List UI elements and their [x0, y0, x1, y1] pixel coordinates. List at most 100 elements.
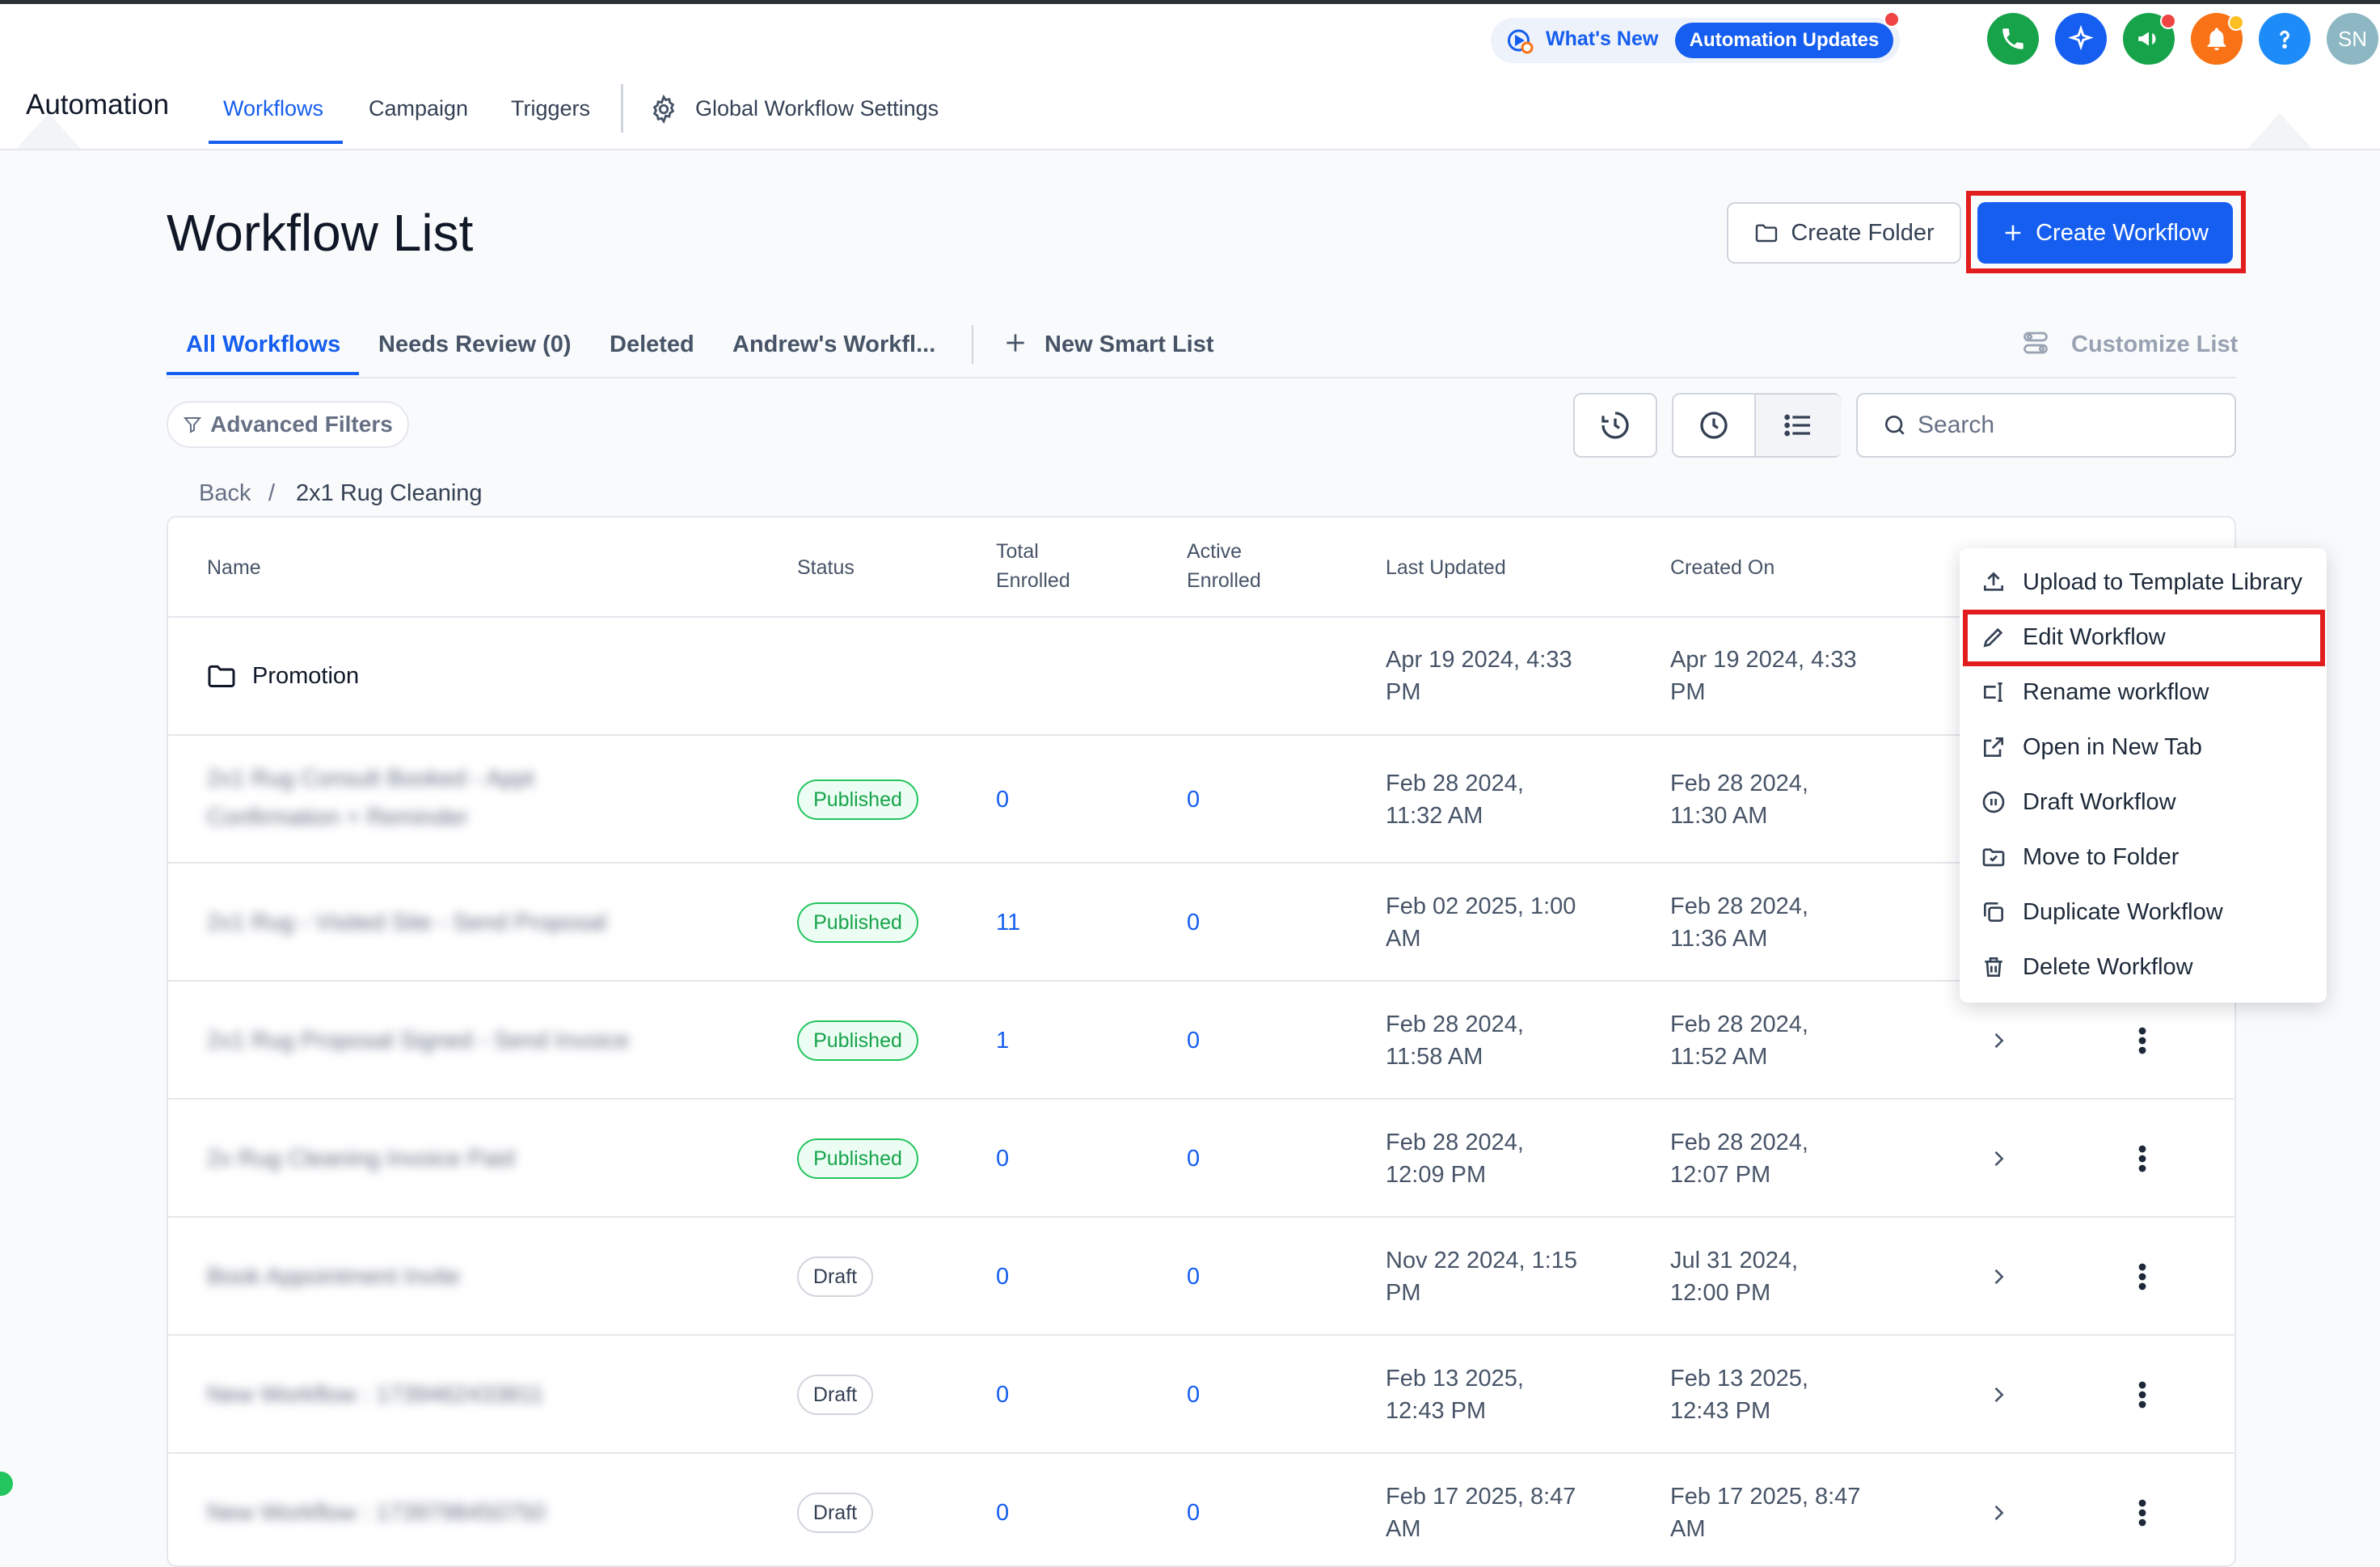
clock-icon[interactable] [1698, 409, 1730, 441]
tab-needs-review[interactable]: Needs Review (0) [378, 328, 572, 361]
column-header-total-enrolled[interactable]: Total [996, 537, 1039, 566]
active-enrolled-value[interactable]: 0 [1187, 1024, 1200, 1057]
total-enrolled-value[interactable]: 0 [996, 1379, 1009, 1411]
workflow-name[interactable]: Confirmation + Reminder [207, 799, 468, 836]
menu-item-draft-workflow[interactable]: Draft Workflow [1976, 778, 2310, 826]
column-header-name[interactable]: Name [207, 553, 261, 582]
more-options-icon[interactable] [2137, 1026, 2147, 1055]
total-enrolled-value[interactable]: 11 [996, 906, 1020, 939]
rename-icon [1984, 682, 2002, 702]
folder-created-on: PM [1670, 679, 1706, 705]
column-header-created-on[interactable]: Created On [1670, 553, 1774, 582]
total-enrolled-value[interactable]: 0 [996, 784, 1009, 816]
total-enrolled-value[interactable]: 1 [996, 1024, 1009, 1057]
list-icon[interactable] [1782, 409, 1814, 441]
workflow-name[interactable]: 2x1 Rug - Visited Site - Send Proposal [207, 904, 606, 941]
phone-button[interactable] [1987, 13, 2039, 65]
edit-workflow-highlight [1963, 610, 2325, 666]
chevron-right-icon[interactable] [1987, 1383, 2010, 1406]
menu-item-move-to-folder[interactable]: Move to Folder [1976, 833, 2310, 881]
chevron-right-icon[interactable] [1987, 1502, 2010, 1524]
tab-andrews-workflows[interactable]: Andrew's Workfl... [732, 328, 935, 361]
more-options-icon[interactable] [2137, 1380, 2147, 1409]
menu-item-duplicate-workflow[interactable]: Duplicate Workflow [1976, 888, 2310, 936]
column-header-active-enrolled[interactable]: Enrolled [1187, 566, 1261, 595]
sparkle-icon [2068, 25, 2094, 51]
table-row[interactable]: New Workflow : 1739798450750 Draft 0 0 Feb 1… [168, 1452, 2234, 1565]
advanced-filters-label: Advanced Filters [210, 412, 393, 437]
folder-name[interactable]: Promotion [252, 660, 359, 692]
search-input[interactable]: Search [1856, 393, 2236, 458]
tab-all-workflows[interactable]: All Workflows [186, 328, 340, 361]
active-enrolled-value[interactable]: 0 [1187, 1261, 1200, 1293]
plus-icon[interactable] [1002, 330, 1028, 356]
workflow-name[interactable]: New Workflow : 1739798450750 [207, 1494, 546, 1531]
total-enrolled-value[interactable]: 0 [996, 1497, 1009, 1529]
menu-item-label: Rename workflow [2023, 678, 2209, 705]
total-enrolled-value[interactable]: 0 [996, 1143, 1009, 1175]
menu-item-upload-to-template-library[interactable]: Upload to Template Library [1976, 558, 2310, 606]
workflow-name[interactable]: 2x1 Rug Proposal Signed - Send Invoice [207, 1022, 629, 1059]
advanced-filters-button[interactable]: Advanced Filters [167, 401, 409, 448]
nav-campaign[interactable]: Campaign [369, 92, 468, 125]
workflow-name[interactable]: 2x1 Rug Consult Booked - Appt [207, 760, 534, 797]
history-button[interactable] [1573, 393, 1657, 458]
menu-item-rename-workflow[interactable]: Rename workflow [1976, 668, 2310, 716]
customize-list-button[interactable]: Customize List [2071, 328, 2238, 361]
megaphone-icon [2138, 32, 2156, 46]
status-badge: Draft [797, 1257, 873, 1297]
more-options-icon[interactable] [2137, 1144, 2147, 1173]
status-badge: Published [797, 779, 918, 820]
folder-row[interactable]: Promotion Apr 19 2024, 4:33 PM Apr 19 20… [168, 616, 2234, 734]
last-updated-value: 11:32 AM [1386, 803, 1483, 829]
nav-global-workflow-settings[interactable]: Global Workflow Settings [695, 92, 939, 125]
avatar[interactable]: SN [2327, 13, 2378, 65]
ai-assist-button[interactable] [2055, 13, 2107, 65]
last-updated-value: 12:43 PM [1386, 1398, 1487, 1424]
breadcrumb-back[interactable]: Back [199, 477, 251, 509]
column-header-total-enrolled[interactable]: Enrolled [996, 566, 1070, 595]
status-indicator [0, 1472, 13, 1496]
workflow-name[interactable]: 2x Rug Cleaning Invoice Paid [207, 1140, 514, 1177]
menu-item-open-in-new-tab[interactable]: Open in New Tab [1976, 723, 2310, 771]
active-nav-indicator [209, 141, 343, 144]
gear-icon[interactable] [648, 94, 679, 125]
table-row[interactable]: 2x Rug Cleaning Invoice Paid Published 0 0 F… [168, 1098, 2234, 1216]
workflow-name[interactable]: Book Appointment Invite [207, 1258, 460, 1295]
chevron-right-icon[interactable] [1987, 1147, 2010, 1170]
active-enrolled-value[interactable]: 0 [1187, 906, 1200, 939]
table-row[interactable]: 2x1 Rug Consult Booked - Appt Confirmatio… [168, 734, 2234, 862]
folder-last-updated: Apr 19 2024, 4:33 [1386, 647, 1572, 673]
active-enrolled-value[interactable]: 0 [1187, 1497, 1200, 1529]
active-enrolled-value[interactable]: 0 [1187, 1379, 1200, 1411]
more-options-icon[interactable] [2137, 1262, 2147, 1291]
menu-item-label: Delete Workflow [2023, 953, 2193, 980]
nav-workflows[interactable]: Workflows [223, 92, 323, 125]
tab-deleted[interactable]: Deleted [610, 328, 694, 361]
table-row[interactable]: New Workflow : 1739462433811 Draft 0 0 Feb 1… [168, 1334, 2234, 1452]
table-row[interactable]: 2x1 Rug - Visited Site - Send Proposal Pu… [168, 862, 2234, 980]
last-updated-value: Nov 22 2024, 1:15 [1386, 1248, 1578, 1273]
nav-triggers[interactable]: Triggers [511, 92, 590, 125]
create-workflow-button[interactable]: Create Workflow [1977, 202, 2233, 264]
active-enrolled-value[interactable]: 0 [1187, 1143, 1200, 1175]
table-row[interactable]: Book Appointment Invite Draft 0 0 Nov 22 202… [168, 1216, 2234, 1334]
column-header-active-enrolled[interactable]: Active [1187, 537, 1242, 566]
table-row[interactable]: 2x1 Rug Proposal Signed - Send Invoice Pu… [168, 980, 2234, 1098]
total-enrolled-value[interactable]: 0 [996, 1261, 1009, 1293]
active-enrolled-value[interactable]: 0 [1187, 784, 1200, 816]
last-updated-value: Feb 28 2024, [1386, 1130, 1524, 1155]
folder-icon [1756, 224, 1778, 243]
menu-item-delete-workflow[interactable]: Delete Workflow [1976, 943, 2310, 991]
help-button[interactable] [2259, 13, 2310, 65]
column-header-last-updated[interactable]: Last Updated [1386, 553, 1506, 582]
more-options-icon[interactable] [2137, 1498, 2147, 1527]
chevron-right-icon[interactable] [1987, 1029, 2010, 1052]
whats-new-label[interactable]: What's New [1546, 24, 1658, 53]
column-header-status[interactable]: Status [797, 553, 855, 582]
new-smart-list-button[interactable]: New Smart List [1044, 328, 1214, 361]
create-folder-button[interactable]: Create Folder [1727, 202, 1961, 264]
workflow-name[interactable]: New Workflow : 1739462433811 [207, 1376, 543, 1413]
automation-updates-badge[interactable]: Automation Updates [1675, 23, 1893, 58]
chevron-right-icon[interactable] [1987, 1265, 2010, 1288]
